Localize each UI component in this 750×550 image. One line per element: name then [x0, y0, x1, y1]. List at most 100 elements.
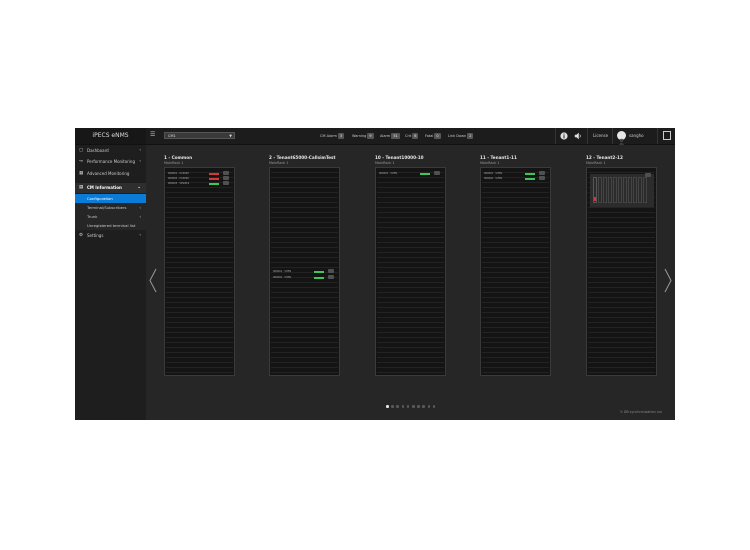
- sidebar-item-performance-monitoring[interactable]: ↝ Performance Monitoring ‹: [75, 158, 146, 166]
- port-button[interactable]: [328, 275, 334, 279]
- pager-dot[interactable]: [412, 405, 415, 408]
- monitor-icon: ▢: [79, 148, 84, 153]
- sync-status[interactable]: ↻ DB synchronization run: [620, 410, 662, 414]
- cm-select[interactable]: CM1 ▼: [164, 132, 235, 139]
- pager-dot[interactable]: [422, 405, 425, 408]
- next-arrow-icon[interactable]: [664, 268, 672, 293]
- speaker-icon[interactable]: [573, 131, 583, 141]
- pager-dot[interactable]: [432, 405, 436, 408]
- sidebar-subitem-unregistered-terminal-list[interactable]: Unregistered terminal list: [75, 221, 146, 230]
- port-row[interactable]: 000001 · VVPN: [273, 269, 334, 273]
- rack-panel[interactable]: 000001 · VVPN 000002 · VVPN: [269, 167, 340, 376]
- port-label: 000001 · UCP200: [168, 171, 189, 175]
- top-bar: iPECS eNMS ☰ CM1 ▼ CM Alarm 3 Warning 9 Ala…: [75, 128, 675, 145]
- app-title: iPECS eNMS: [75, 128, 146, 144]
- stat-count: 51: [391, 133, 400, 139]
- port-button[interactable]: [223, 171, 229, 175]
- stat-warning[interactable]: Warning 9: [352, 133, 374, 139]
- stat-label: Crit: [405, 134, 412, 138]
- hamburger-icon[interactable]: ☰: [150, 132, 156, 138]
- port-button[interactable]: [223, 181, 229, 185]
- stat-label: CM Alarm: [320, 134, 337, 138]
- rack-slot[interactable]: [633, 177, 637, 203]
- status-led: [209, 177, 219, 180]
- pager-dot[interactable]: [417, 405, 420, 408]
- status-led: [314, 276, 324, 279]
- port-button[interactable]: [223, 176, 229, 180]
- sidebar-subitem-label: Unregistered terminal list: [87, 223, 136, 228]
- rack-slot[interactable]: [623, 177, 627, 203]
- prev-arrow-icon[interactable]: [149, 268, 157, 293]
- divider: [612, 128, 613, 144]
- slot-column: [377, 168, 411, 375]
- port-row[interactable]: 000002 · VVPN: [273, 275, 334, 279]
- stat-label: Alarm: [380, 134, 391, 138]
- slot-column: [166, 168, 200, 375]
- sidebar-subitem-configuration[interactable]: Configuration: [75, 194, 146, 203]
- stat-count: 6: [412, 133, 419, 139]
- server-icon: ▤: [79, 185, 84, 190]
- chevron-left-icon: ‹: [139, 148, 141, 153]
- port-button[interactable]: [434, 171, 440, 175]
- pager-dot[interactable]: [427, 405, 431, 408]
- rack-panel[interactable]: 000001 · UCP200 000002 · UCP200 000003 · V…: [164, 167, 235, 376]
- license-link[interactable]: License: [593, 128, 608, 144]
- sidebar-item-advanced-monitoring[interactable]: ▦ Advanced Monitoring: [75, 170, 146, 178]
- pager-dot[interactable]: [386, 405, 389, 408]
- rack-panel[interactable]: 000001 · VVPN: [375, 167, 446, 376]
- port-label: 000002 · VVPN: [273, 275, 291, 279]
- port-row[interactable]: 000002 · UCP200: [168, 176, 229, 180]
- rack-slot[interactable]: [643, 177, 647, 203]
- avatar[interactable]: [617, 131, 626, 145]
- rack-slot[interactable]: [628, 177, 632, 203]
- rack-slot[interactable]: [608, 177, 612, 203]
- port-row[interactable]: 000003 · VPSIM-S: [168, 181, 229, 185]
- port-label: 000001 · VVPN: [484, 171, 502, 175]
- chevron-down-icon: ⌄: [137, 185, 141, 190]
- port-row[interactable]: 000001 · VVPN: [379, 171, 440, 175]
- chevron-left-icon: ‹: [139, 159, 141, 164]
- rack-panel[interactable]: 000001 · VVPN 000002 · VVPN: [480, 167, 551, 376]
- port-button[interactable]: [645, 173, 651, 177]
- pager-dot[interactable]: [406, 405, 410, 408]
- stat-fatal[interactable]: Fatal 0: [425, 133, 441, 139]
- rack-panel[interactable]: [586, 167, 657, 376]
- rack-slot[interactable]: [638, 177, 642, 203]
- sidebar-subitem-terminal-subscribers[interactable]: Terminal/Subscribers ‹: [75, 203, 146, 212]
- port-label: 000002 · VVPN: [484, 176, 502, 180]
- card-title: 11 - Tenant1-11: [480, 155, 517, 160]
- rack-slot[interactable]: [603, 177, 607, 203]
- port-button[interactable]: [539, 171, 545, 175]
- stat-cm-alarm[interactable]: CM Alarm 3: [320, 133, 345, 139]
- mini-rack[interactable]: [590, 174, 654, 207]
- port-button[interactable]: [328, 269, 334, 273]
- pager-dot[interactable]: [401, 405, 405, 408]
- stat-link-down[interactable]: Link Down 2: [448, 133, 474, 139]
- info-icon[interactable]: [559, 131, 569, 141]
- rack-slot[interactable]: [598, 177, 602, 203]
- logout-icon[interactable]: [663, 131, 671, 140]
- stat-count: 9: [367, 133, 374, 139]
- slot-column: [199, 168, 233, 375]
- rack-slot[interactable]: [618, 177, 622, 203]
- sidebar-item-settings[interactable]: ⚙ Settings ‹: [75, 232, 146, 240]
- main-content: 1 - Common MainRack 1 000001 · UCP200 000…: [146, 145, 675, 420]
- stat-crit[interactable]: Crit 6: [405, 133, 419, 139]
- stat-count: 0: [434, 133, 441, 139]
- port-row[interactable]: [590, 173, 651, 177]
- port-row[interactable]: 000002 · VVPN: [484, 176, 545, 180]
- rack-slot[interactable]: [613, 177, 617, 203]
- user-name[interactable]: sangho: [629, 128, 644, 144]
- pager-dot[interactable]: [396, 405, 399, 408]
- sidebar: ▢ Dashboard ‹ ↝ Performance Monitoring ‹…: [75, 145, 146, 420]
- sidebar-item-dashboard[interactable]: ▢ Dashboard ‹: [75, 147, 146, 155]
- stat-alarm[interactable]: Alarm 51: [380, 133, 400, 139]
- sidebar-item-cm-information[interactable]: ▤ CM Information ⌄: [75, 183, 146, 193]
- sidebar-item-label: CM Information: [87, 185, 122, 190]
- port-button[interactable]: [539, 176, 545, 180]
- sidebar-subitem-trunk[interactable]: Trunk ‹: [75, 212, 146, 221]
- port-row[interactable]: 000001 · UCP200: [168, 171, 229, 175]
- chevron-left-icon: ‹: [139, 205, 141, 210]
- port-row[interactable]: 000001 · VVPN: [484, 171, 545, 175]
- pager-dot[interactable]: [391, 405, 394, 408]
